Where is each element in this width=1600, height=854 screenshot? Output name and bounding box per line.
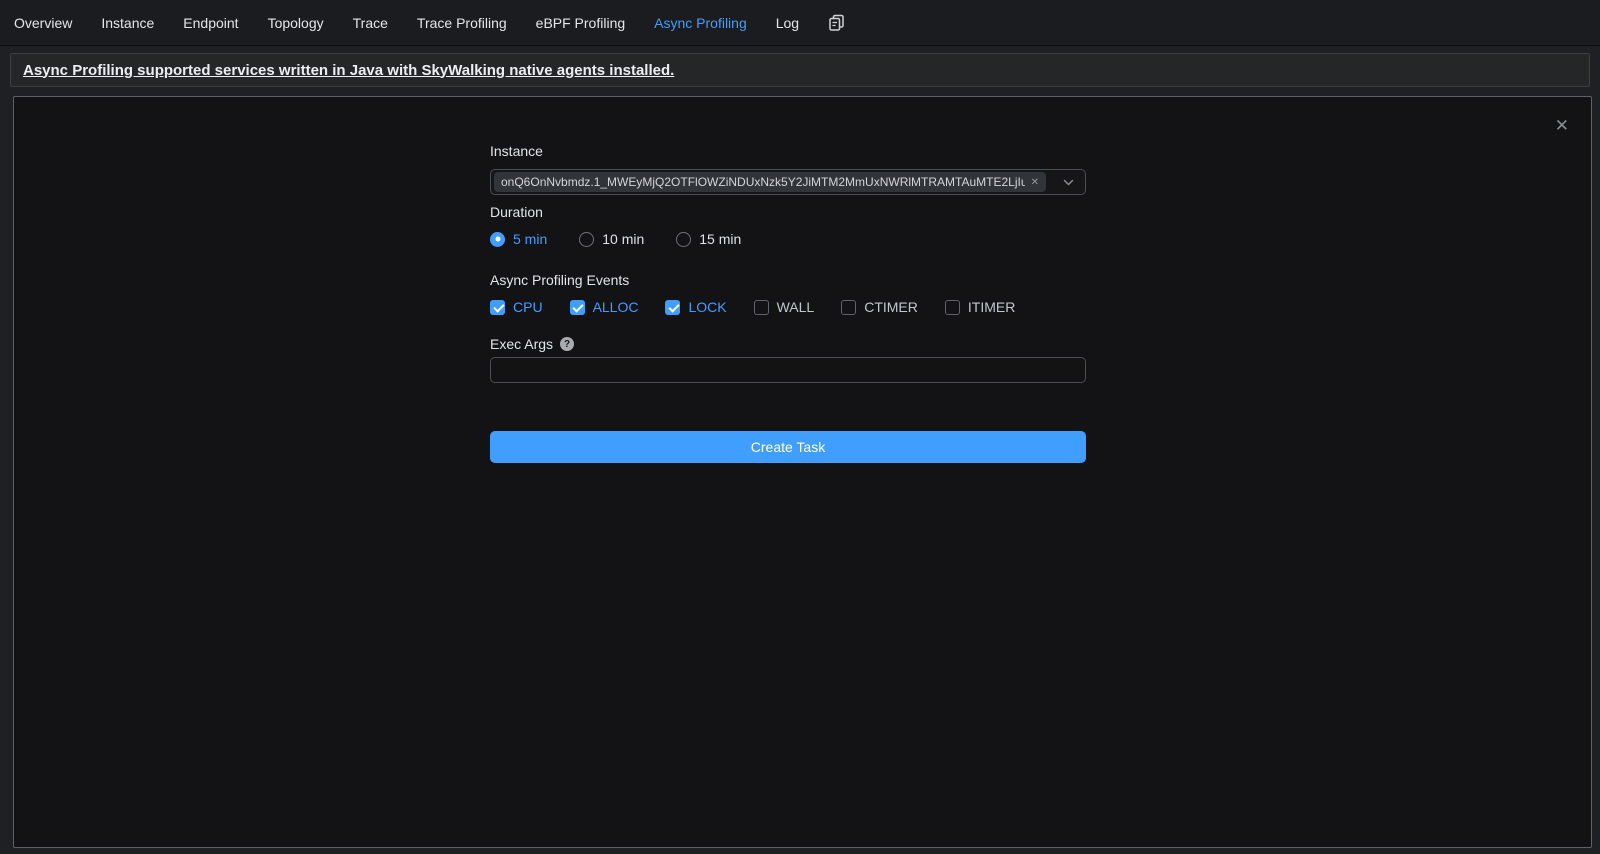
checkbox-itimer[interactable]: ITIMER [945, 299, 1015, 315]
notice-banner-link[interactable]: Async Profiling supported services writt… [23, 62, 674, 79]
duration-label: Duration [490, 204, 1086, 220]
tab-endpoint[interactable]: Endpoint [183, 15, 238, 31]
exec-args-label-row: Exec Args ? [490, 336, 1086, 352]
radio-label: 10 min [602, 231, 644, 247]
tab-async-profiling[interactable]: Async Profiling [654, 15, 747, 31]
radio-15-min[interactable]: 15 min [676, 231, 741, 247]
tab-instance[interactable]: Instance [101, 15, 154, 31]
checkbox-ctimer[interactable]: CTIMER [841, 299, 918, 315]
events-label: Async Profiling Events [490, 272, 1086, 288]
tab-log[interactable]: Log [776, 15, 799, 31]
checkbox-icon [841, 300, 856, 315]
instance-selected-value: onQ6OnNvbmdz.1_MWEyMjQ2OTFlOWZiNDUxNzk5Y… [501, 175, 1025, 189]
radio-label: 5 min [513, 231, 547, 247]
create-task-button[interactable]: Create Task [490, 431, 1086, 463]
tab-trace-profiling[interactable]: Trace Profiling [417, 15, 507, 31]
checkbox-label: CPU [513, 299, 543, 315]
documents-icon[interactable] [828, 14, 845, 31]
radio-5-min[interactable]: 5 min [490, 231, 547, 247]
instance-select[interactable]: onQ6OnNvbmdz.1_MWEyMjQ2OTFlOWZiNDUxNzk5Y… [490, 169, 1086, 195]
checkbox-label: LOCK [688, 299, 726, 315]
checkbox-icon [665, 300, 680, 315]
events-checkbox-group: CPU ALLOC LOCK WALL CTIMER ITIMER [490, 298, 1086, 316]
tab-topology[interactable]: Topology [268, 15, 324, 31]
checkbox-wall[interactable]: WALL [754, 299, 815, 315]
chevron-down-icon [1062, 176, 1075, 189]
radio-icon [490, 232, 505, 247]
create-task-dialog: ✕ Instance onQ6OnNvbmdz.1_MWEyMjQ2OTFlOW… [13, 96, 1592, 848]
tab-bar: Overview Instance Endpoint Topology Trac… [0, 0, 1600, 46]
notice-banner: Async Profiling supported services writt… [10, 53, 1590, 87]
radio-icon [579, 232, 594, 247]
radio-label: 15 min [699, 231, 741, 247]
exec-args-label: Exec Args [490, 336, 553, 352]
checkbox-label: CTIMER [864, 299, 918, 315]
checkbox-cpu[interactable]: CPU [490, 299, 543, 315]
async-profiling-task-form: Instance onQ6OnNvbmdz.1_MWEyMjQ2OTFlOWZi… [490, 143, 1086, 463]
checkbox-label: WALL [777, 299, 815, 315]
checkbox-label: ITIMER [968, 299, 1015, 315]
radio-10-min[interactable]: 10 min [579, 231, 644, 247]
radio-icon [676, 232, 691, 247]
checkbox-icon [490, 300, 505, 315]
checkbox-icon [570, 300, 585, 315]
instance-label: Instance [490, 143, 1086, 159]
tab-overview[interactable]: Overview [14, 15, 72, 31]
help-icon[interactable]: ? [560, 337, 574, 351]
checkbox-icon [945, 300, 960, 315]
tab-ebpf-profiling[interactable]: eBPF Profiling [536, 15, 625, 31]
exec-args-input[interactable] [490, 357, 1086, 383]
tab-trace[interactable]: Trace [353, 15, 388, 31]
checkbox-label: ALLOC [593, 299, 639, 315]
checkbox-icon [754, 300, 769, 315]
close-icon[interactable]: ✕ [1555, 117, 1569, 134]
checkbox-alloc[interactable]: ALLOC [570, 299, 639, 315]
checkbox-lock[interactable]: LOCK [665, 299, 726, 315]
instance-selected-tag: onQ6OnNvbmdz.1_MWEyMjQ2OTFlOWZiNDUxNzk5Y… [494, 172, 1046, 192]
tag-remove-icon[interactable]: ✕ [1031, 177, 1039, 188]
duration-radio-group: 5 min 10 min 15 min [490, 230, 1086, 248]
